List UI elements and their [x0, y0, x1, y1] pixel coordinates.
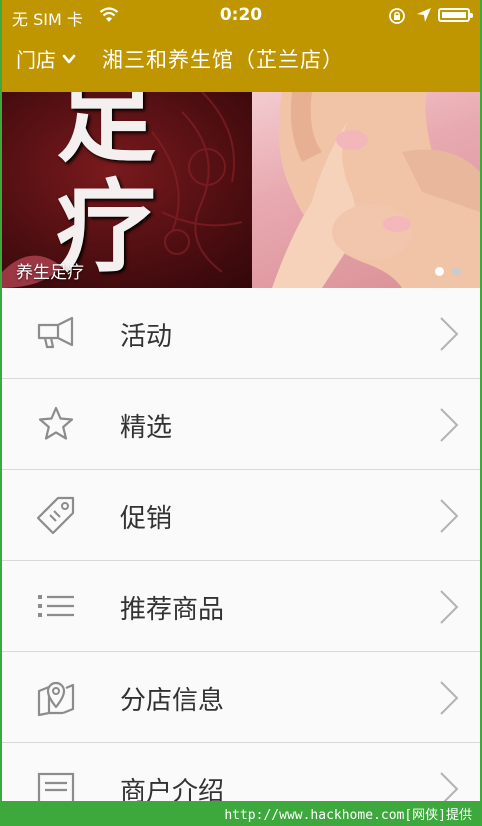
status-bar: 无 SIM 卡 0:20	[2, 0, 480, 32]
menu-item-label: 分店信息	[120, 686, 225, 716]
banner-photo	[252, 92, 480, 288]
menu-item-label: 活动	[120, 322, 173, 352]
menu-item-branches[interactable]: 分店信息	[2, 652, 480, 743]
chevron-right-icon	[440, 408, 459, 442]
menu-item-featured[interactable]: 精选	[2, 379, 480, 470]
carousel-dot-active[interactable]	[435, 267, 444, 276]
store-selector-label: 门店	[16, 48, 56, 72]
tag-icon	[36, 496, 75, 535]
chevron-right-icon	[440, 499, 459, 533]
carousel-dot[interactable]	[452, 267, 461, 276]
carousel-indicator	[435, 267, 461, 276]
chevron-down-icon	[62, 54, 76, 63]
menu-item-label: 推荐商品	[120, 595, 225, 625]
watermark-bar: http://www.hackhome.com[网侠]提供	[0, 801, 482, 826]
banner-art-text: 足疗	[56, 92, 156, 286]
app-screen: 无 SIM 卡 0:20 门店 湘三和养生馆（芷兰店） 足疗 养生足疗 活动 精…	[2, 0, 480, 801]
menu-item-label: 促销	[120, 504, 173, 534]
nav-bar: 门店 湘三和养生馆（芷兰店）	[2, 40, 480, 80]
document-icon	[37, 772, 75, 801]
list-icon	[38, 595, 74, 617]
menu-list: 活动 精选 促销 推荐商品 分店信息 商户介绍	[2, 288, 480, 801]
battery-icon	[438, 8, 473, 22]
map-pin-icon	[37, 681, 75, 717]
star-icon	[38, 406, 74, 440]
status-time: 0:20	[219, 5, 263, 25]
megaphone-icon	[37, 316, 74, 349]
banner-carousel[interactable]: 足疗 养生足疗	[2, 92, 480, 288]
banner-caption: 养生足疗	[16, 263, 84, 283]
rotation-lock-icon	[388, 7, 406, 29]
chevron-right-icon	[440, 772, 459, 801]
chevron-right-icon	[440, 317, 459, 351]
menu-item-label: 商户介绍	[120, 777, 225, 801]
menu-item-label: 精选	[120, 413, 173, 443]
menu-item-recommended[interactable]: 推荐商品	[2, 561, 480, 652]
menu-item-merchant-intro[interactable]: 商户介绍	[2, 743, 480, 801]
chevron-right-icon	[440, 681, 459, 715]
store-selector[interactable]: 门店	[16, 44, 76, 73]
top-bar: 无 SIM 卡 0:20 门店 湘三和养生馆（芷兰店）	[2, 0, 480, 92]
menu-item-activities[interactable]: 活动	[2, 288, 480, 379]
chevron-right-icon	[440, 590, 459, 624]
watermark-text: http://www.hackhome.com[网侠]提供	[224, 808, 472, 823]
menu-item-promotions[interactable]: 促销	[2, 470, 480, 561]
location-arrow-icon	[416, 7, 432, 27]
page-title: 湘三和养生馆（芷兰店）	[102, 48, 344, 72]
